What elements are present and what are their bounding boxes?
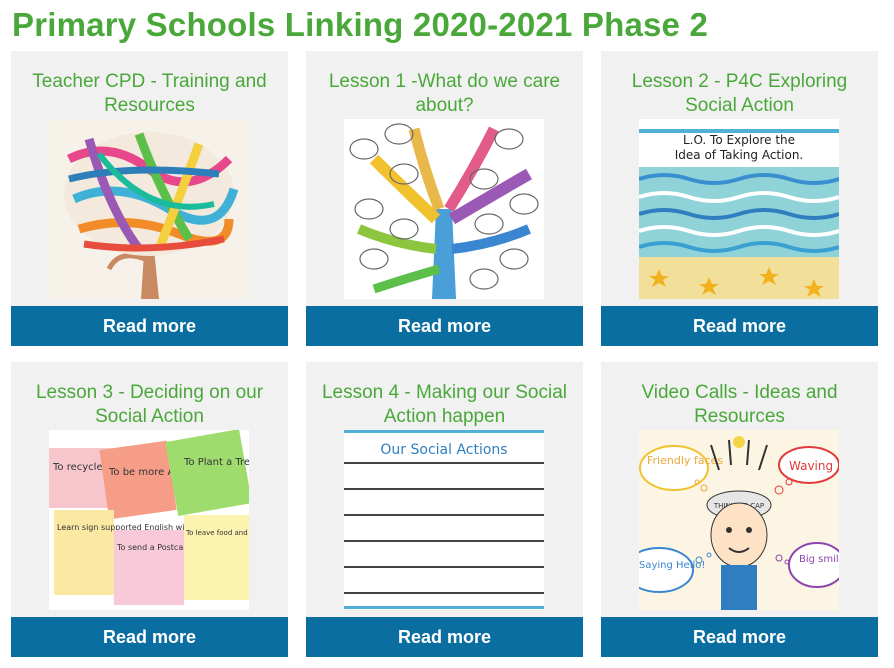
card-title[interactable]: Lesson 4 - Making our Social Action happ… xyxy=(306,381,583,429)
colourful-ribbon-tree-image xyxy=(49,119,249,299)
card-lesson-3: Lesson 3 - Deciding on our Social Action… xyxy=(11,362,288,657)
svg-text:Big smiles: Big smiles xyxy=(799,554,839,565)
sticky-notes-image: To recycle all we can... To be more Acti… xyxy=(49,430,249,610)
card-title[interactable]: Video Calls - Ideas and Resources xyxy=(601,381,878,429)
card-thumbnail[interactable] xyxy=(49,119,249,299)
card-thumbnail[interactable]: Our Social Actions xyxy=(344,430,544,610)
read-more-button[interactable]: Read more xyxy=(306,617,583,657)
card-thumbnail[interactable]: Friendly faces Waving Saying Hello! Big … xyxy=(639,430,839,610)
svg-text:L.O. To Explore the: L.O. To Explore the xyxy=(683,133,795,147)
read-more-button[interactable]: Read more xyxy=(11,617,288,657)
card-thumbnail[interactable] xyxy=(344,119,544,299)
card-title[interactable]: Lesson 3 - Deciding on our Social Action xyxy=(11,381,288,429)
card-title[interactable]: Lesson 1 -What do we care about? xyxy=(306,70,583,118)
card-title[interactable]: Lesson 2 - P4C Exploring Social Action xyxy=(601,70,878,118)
svg-text:To leave food and water for th: To leave food and water for the birds ne… xyxy=(185,529,249,537)
svg-text:Our Social Actions: Our Social Actions xyxy=(380,442,507,458)
thinking-cap-image: Friendly faces Waving Saying Hello! Big … xyxy=(639,430,839,610)
card-lesson-1: Lesson 1 -What do we care about? Read mo… xyxy=(306,51,583,346)
read-more-button[interactable]: Read more xyxy=(306,306,583,346)
read-more-button[interactable]: Read more xyxy=(601,617,878,657)
rainbow-tree-image xyxy=(344,119,544,299)
sea-and-beach-image: L.O. To Explore the Idea of Taking Actio… xyxy=(639,119,839,299)
svg-text:Idea of Taking Action.: Idea of Taking Action. xyxy=(675,148,804,162)
card-title[interactable]: Teacher CPD - Training and Resources xyxy=(11,70,288,118)
read-more-button[interactable]: Read more xyxy=(601,306,878,346)
card-lesson-2: Lesson 2 - P4C Exploring Social Action L… xyxy=(601,51,878,346)
svg-text:Saying Hello!: Saying Hello! xyxy=(639,560,705,571)
svg-text:To Plant a Tree: To Plant a Tree xyxy=(183,457,249,468)
card-video-calls: Video Calls - Ideas and Resources Friend… xyxy=(601,362,878,657)
card-lesson-4: Lesson 4 - Making our Social Action happ… xyxy=(306,362,583,657)
card-thumbnail[interactable]: To recycle all we can... To be more Acti… xyxy=(49,430,249,610)
read-more-button[interactable]: Read more xyxy=(11,306,288,346)
worksheet-image: Our Social Actions xyxy=(344,430,544,610)
card-thumbnail[interactable]: L.O. To Explore the Idea of Taking Actio… xyxy=(639,119,839,299)
card-grid: Teacher CPD - Training and Resources Rea… xyxy=(0,0,894,668)
svg-text:Waving: Waving xyxy=(789,459,833,473)
svg-text:Friendly faces: Friendly faces xyxy=(647,454,723,467)
card-teacher-cpd: Teacher CPD - Training and Resources Rea… xyxy=(11,51,288,346)
